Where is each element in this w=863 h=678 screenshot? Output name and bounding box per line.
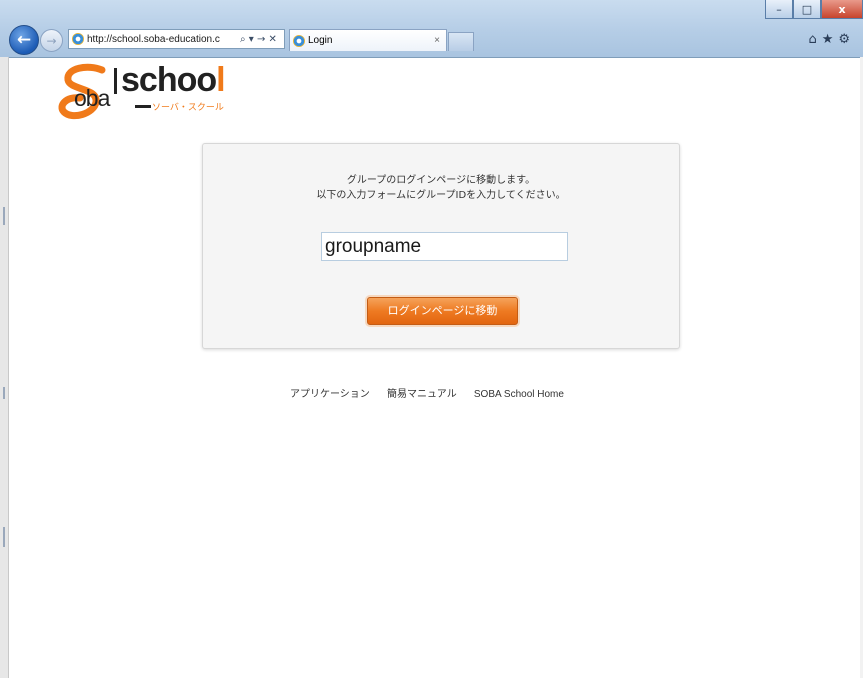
minimize-button[interactable]: –: [765, 0, 793, 19]
footer-link-manual[interactable]: 簡易マニュアル: [387, 389, 457, 400]
maximize-button[interactable]: □: [793, 0, 821, 19]
logo-dash: [135, 105, 151, 108]
address-bar[interactable]: http://school.soba-education.c ⌕ ▾ → ✕: [68, 29, 285, 49]
group-id-input[interactable]: [321, 232, 568, 261]
go-to-login-page-button[interactable]: ログインページに移動: [367, 297, 518, 325]
address-url[interactable]: http://school.soba-education.c: [87, 34, 237, 45]
window-controls: – □ x: [765, 0, 863, 20]
left-scroll-edge: [0, 57, 9, 678]
back-button[interactable]: ←: [9, 25, 39, 55]
forward-arrow-icon: →: [46, 33, 57, 48]
soba-school-logo[interactable]: school oba ソーバ・スクール: [58, 61, 238, 126]
tab-ie-icon: [293, 34, 305, 47]
footer-link-application[interactable]: アプリケーション: [290, 389, 370, 400]
instruction-line-2: 以下の入力フォームにグループIDを入力してください。: [316, 190, 566, 201]
address-tools-icons[interactable]: ⌕ ▾ → ✕: [240, 34, 277, 45]
back-arrow-icon: ←: [16, 30, 32, 50]
group-login-card: グループのログインページに移動します。 以下の入力フォームにグループIDを入力し…: [202, 143, 680, 349]
ie-page-icon: [72, 33, 84, 45]
logo-kana: ソーバ・スクール: [152, 103, 224, 113]
footer-links: アプリケーション 簡易マニュアル SOBA School Home: [290, 385, 578, 400]
tab-login[interactable]: Login ×: [289, 29, 447, 51]
instruction-line-1: グループのログインページに移動します。: [346, 175, 536, 186]
new-tab-button[interactable]: [448, 32, 474, 51]
browser-chrome: – □ x ← → http://school.soba-education.c…: [0, 0, 863, 58]
home-favorites-tools-icons[interactable]: ⌂★⚙: [808, 32, 855, 47]
logo-divider: [114, 68, 117, 94]
forward-button[interactable]: →: [40, 29, 63, 52]
tab-title: Login: [308, 35, 333, 46]
footer-link-soba-home[interactable]: SOBA School Home: [474, 389, 564, 400]
logo-wordmark-oba: oba: [74, 85, 110, 111]
logo-wordmark-school: school: [121, 61, 226, 99]
close-window-button[interactable]: x: [821, 0, 863, 19]
tab-close-icon[interactable]: ×: [434, 35, 440, 46]
